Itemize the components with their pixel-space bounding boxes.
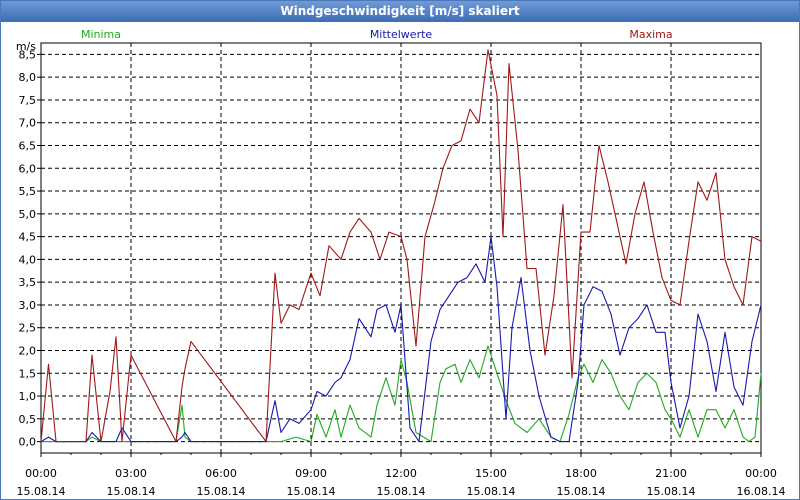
x-tick-date: 15.08.14 [557,485,606,498]
x-tick-date: 15.08.14 [107,485,156,498]
y-tick-label: 7,0 [19,117,37,130]
y-tick-label: 2,0 [19,345,37,358]
chart-window: Windgeschwindigkeit [m/s] skaliert 0,0 0,… [0,0,800,500]
legend-mittelwerte: Mittelwerte [370,28,433,41]
x-tick-date: 15.08.14 [17,485,66,498]
x-tick-time: 15:00 [475,467,507,480]
y-tick-label: 1,0 [19,390,37,403]
x-tick-time: 00:00 [745,467,777,480]
x-tick-date: 15.08.14 [467,485,516,498]
x-tick-date: 15.08.14 [287,485,336,498]
legend: Minima Mittelwerte Maxima [81,28,673,41]
x-tick-time: 21:00 [655,467,687,480]
y-axis-unit: m/s [16,40,36,53]
y-axis: 0,0 0,5 1,0 1,5 2,0 2,5 3,0 3,5 4,0 4,5 5,0 5,5 6,0 6… [16,40,41,449]
x-tick-time: 18:00 [565,467,597,480]
legend-minima: Minima [81,28,121,41]
y-tick-label: 5,5 [19,185,37,198]
x-tick-date: 16.08.14 [737,485,786,498]
x-tick-date: 15.08.14 [197,485,246,498]
x-tick-date: 15.08.14 [647,485,696,498]
y-tick-label: 4,0 [19,253,37,266]
y-tick-label: 1,5 [19,367,37,380]
y-tick-label: 0,0 [19,436,37,449]
y-tick-label: 4,5 [19,231,37,244]
y-tick-label: 0,5 [19,413,37,426]
y-tick-label: 5,0 [19,208,37,221]
y-tick-label: 7,5 [19,94,37,107]
legend-maxima: Maxima [629,28,672,41]
x-tick-time: 06:00 [205,467,237,480]
x-tick-time: 12:00 [385,467,417,480]
y-tick-label: 8,0 [19,71,37,84]
x-tick-time: 00:00 [25,467,57,480]
y-tick-label: 3,0 [19,299,37,312]
x-tick-time: 03:00 [115,467,147,480]
x-axis: 00:00 15.08.14 03:00 15.08.14 06:00 15.08.14 0… [17,453,786,498]
y-tick-label: 6,0 [19,162,37,175]
x-tick-date: 15.08.14 [377,485,426,498]
wind-speed-chart: 0,0 0,5 1,0 1,5 2,0 2,5 3,0 3,5 4,0 4,5 5,0 5,5 6,0 6… [16,28,786,498]
y-tick-label: 2,5 [19,322,37,335]
x-tick-time: 09:00 [295,467,327,480]
y-tick-label: 3,5 [19,276,37,289]
y-tick-label: 6,5 [19,140,37,153]
chart-title: Windgeschwindigkeit [m/s] skaliert [1,1,799,22]
